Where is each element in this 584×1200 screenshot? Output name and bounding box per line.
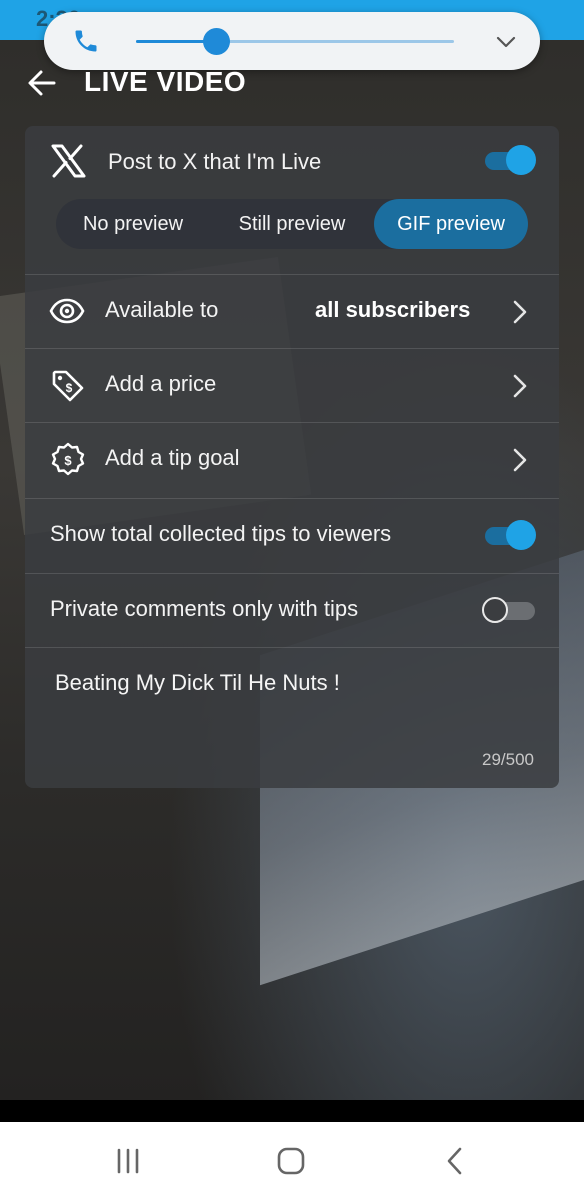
page-header: LIVE VIDEO [0, 58, 584, 108]
post-to-x-toggle[interactable] [485, 145, 536, 175]
post-to-x-row: Post to X that I'm Live No preview Still… [25, 126, 559, 274]
add-price-label: Add a price [105, 371, 217, 396]
background-bottom-bar [0, 1100, 584, 1122]
description-text: Beating My Dick Til He Nuts ! [55, 670, 340, 695]
recents-icon[interactable] [113, 1146, 143, 1176]
home-icon[interactable] [276, 1146, 306, 1176]
preview-segmented-control: No preview Still preview GIF preview [56, 199, 528, 249]
available-to-value: all subscribers [315, 297, 471, 322]
page-title: LIVE VIDEO [84, 66, 247, 97]
show-tips-label: Show total collected tips to viewers [50, 521, 392, 546]
add-price-row[interactable]: $ Add a price [25, 348, 559, 423]
show-tips-row: Show total collected tips to viewers [25, 498, 559, 573]
nav-back-icon[interactable] [440, 1146, 470, 1176]
svg-text:$: $ [66, 381, 73, 395]
volume-knob[interactable] [202, 28, 230, 55]
available-to-label: Available to [105, 297, 219, 322]
price-tag-icon: $ [52, 370, 84, 402]
no-preview-option[interactable]: No preview [56, 199, 210, 249]
toggle-thumb [482, 597, 508, 623]
private-comments-toggle[interactable] [482, 595, 535, 625]
show-tips-toggle[interactable] [485, 520, 536, 550]
eye-icon [49, 298, 85, 324]
back-arrow-icon[interactable] [26, 68, 58, 98]
phone-icon[interactable] [72, 27, 100, 55]
toggle-thumb [506, 145, 536, 175]
svg-text:$: $ [64, 453, 72, 468]
available-to-row[interactable]: Available to all subscribers [25, 274, 559, 349]
still-preview-option[interactable]: Still preview [210, 199, 374, 249]
chevron-right-icon [513, 374, 527, 398]
chevron-down-icon[interactable] [494, 30, 518, 54]
toggle-thumb [506, 520, 536, 550]
chevron-right-icon [513, 448, 527, 472]
description-textarea[interactable] [25, 647, 559, 789]
chevron-right-icon [513, 300, 527, 324]
private-comments-label: Private comments only with tips [50, 596, 359, 621]
post-to-x-label: Post to X that I'm Live [108, 149, 322, 174]
x-logo-icon [51, 144, 86, 178]
tip-goal-row[interactable]: $ Add a tip goal [25, 422, 559, 497]
tip-goal-label: Add a tip goal [105, 445, 240, 470]
character-counter: 29/500 [482, 750, 534, 769]
system-nav-bar [0, 1122, 584, 1200]
tip-goal-icon: $ [51, 442, 85, 476]
private-comments-row: Private comments only with tips [25, 573, 559, 648]
gif-preview-option[interactable]: GIF preview [374, 199, 528, 249]
live-settings-panel: Post to X that I'm Live No preview Still… [25, 126, 559, 788]
volume-slider[interactable] [136, 28, 454, 55]
